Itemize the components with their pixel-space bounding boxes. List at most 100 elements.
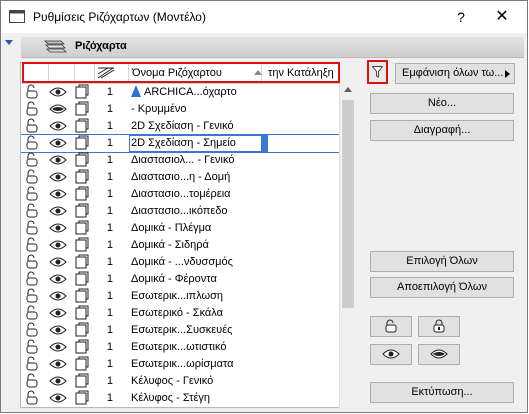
edit-wireframe-icon[interactable] [75,101,91,118]
eye-icon[interactable] [49,322,67,339]
pen-number[interactable]: 1 [93,254,113,271]
layer-name[interactable]: 2D Σχεδίαση - Σημείο [131,135,261,152]
pen-number[interactable]: 1 [93,305,113,322]
list-item[interactable]: 1 Δομικά - Σιδηρά [21,237,339,254]
layer-name[interactable]: Δομικά - ...νδυσσμός [131,254,261,271]
layer-name[interactable]: 2D Σχεδίαση - Γενικό [131,118,261,135]
pen-number[interactable]: 1 [93,339,113,356]
lock-toggle-icon[interactable] [25,118,41,135]
list-item[interactable]: 1 Εσωτερικ...ιπλωση [21,288,339,305]
lock-toggle-icon[interactable] [25,322,41,339]
lock-toggle-icon[interactable] [25,373,41,390]
edit-wireframe-icon[interactable] [75,288,91,305]
edit-wireframe-icon[interactable] [75,186,91,203]
list-item[interactable]: 1 Κέλυφος - Γενικό [21,373,339,390]
unlock-all-button[interactable] [370,316,412,337]
print-button[interactable]: Εκτύπωση... [370,382,514,403]
eye-icon[interactable] [49,356,67,373]
lock-toggle-icon[interactable] [25,135,41,152]
eye-icon[interactable] [49,169,67,186]
layer-name[interactable]: Εσωτερικ...Συσκευές [131,322,261,339]
pen-number[interactable]: 1 [93,203,113,220]
list-item[interactable]: 1 Διαστασιολ... - Γενικό [21,152,339,169]
pen-number[interactable]: 1 [93,390,113,407]
eye-icon[interactable] [49,271,67,288]
eye-icon[interactable] [49,135,67,152]
lock-all-button[interactable] [418,316,460,337]
eye-icon[interactable] [49,237,67,254]
eye-icon[interactable] [49,254,67,271]
hide-all-layers-button[interactable] [418,344,460,365]
pen-number[interactable]: 1 [93,288,113,305]
layer-name[interactable]: Διαστασιολ... - Γενικό [131,152,261,169]
pen-number[interactable]: 1 [93,118,113,135]
layer-name[interactable]: Δομικά - Σιδηρά [131,237,261,254]
list-item[interactable]: 1 - Κρυμμένο [21,101,339,118]
select-all-button[interactable]: Επιλογή Όλων [370,251,514,272]
eye-icon[interactable] [49,84,67,101]
eye-icon[interactable] [49,152,67,169]
pen-number[interactable]: 1 [93,373,113,390]
edit-wireframe-icon[interactable] [75,390,91,407]
pen-number[interactable]: 1 [93,271,113,288]
layer-name[interactable]: Δομικά - Φέροντα [131,271,261,288]
edit-wireframe-icon[interactable] [75,254,91,271]
edit-wireframe-icon[interactable] [75,305,91,322]
layer-name[interactable]: Εσωτερικ...ωτιστικό [131,339,261,356]
pen-number[interactable]: 1 [93,101,113,118]
edit-wireframe-icon[interactable] [75,118,91,135]
layer-name[interactable]: Διαστασιο...ικόπεδο [131,203,261,220]
pen-number[interactable]: 1 [93,237,113,254]
lock-toggle-icon[interactable] [25,305,41,322]
eye-icon[interactable] [49,339,67,356]
pen-number[interactable]: 1 [93,169,113,186]
column-extension[interactable]: την Κατάληξη [254,63,339,83]
edit-wireframe-icon[interactable] [75,322,91,339]
edit-wireframe-icon[interactable] [75,339,91,356]
lock-toggle-icon[interactable] [25,220,41,237]
eye-icon[interactable] [49,373,67,390]
edit-wireframe-icon[interactable] [75,169,91,186]
lock-toggle-icon[interactable] [25,169,41,186]
list-item[interactable]: 1 Εσωτερικ...ωτιστικό [21,339,339,356]
column-lock[interactable] [21,63,49,83]
deselect-all-button[interactable]: Αποεπιλογή Όλων [370,277,514,298]
lock-toggle-icon[interactable] [25,254,41,271]
eye-icon[interactable] [49,390,67,407]
scroll-thumb[interactable] [342,100,354,308]
lock-toggle-icon[interactable] [25,101,41,118]
layer-name[interactable]: Κέλυφος - Γενικό [131,373,261,390]
edit-wireframe-icon[interactable] [75,271,91,288]
layer-list[interactable]: Όνομα Ριζόχαρτου την Κατάληξη 1 ARCHICA..… [20,62,340,408]
layer-name[interactable]: Δομικά - Πλέγμα [131,220,261,237]
pen-number[interactable]: 1 [93,322,113,339]
list-item[interactable]: 1 Δομικά - Πλέγμα [21,220,339,237]
eye-icon[interactable] [49,220,67,237]
column-visibility[interactable] [49,63,75,83]
layer-name[interactable]: - Κρυμμένο [131,101,261,118]
list-item[interactable]: 1 ARCHICA...όχαρτο [21,84,339,101]
column-pen[interactable] [95,63,129,83]
lock-toggle-icon[interactable] [25,152,41,169]
lock-toggle-icon[interactable] [25,84,41,101]
show-all-button[interactable]: Εμφάνιση όλων τω... [395,63,515,84]
layer-name[interactable]: Εσωτερικό - Σκάλα [131,305,261,322]
list-item[interactable]: 1 2D Σχεδίαση - Σημείο [21,134,339,153]
eye-closed-icon[interactable] [49,101,67,118]
edit-wireframe-icon[interactable] [75,237,91,254]
layer-name[interactable]: Κέλυφος - Στέγη [131,390,261,407]
edit-wireframe-icon[interactable] [75,203,91,220]
column-edit[interactable] [75,63,95,83]
lock-toggle-icon[interactable] [25,237,41,254]
lock-toggle-icon[interactable] [25,271,41,288]
delete-button[interactable]: Διαγραφή... [370,120,514,141]
lock-toggle-icon[interactable] [25,356,41,373]
scroll-up-icon[interactable] [344,87,352,92]
list-item[interactable]: 1 Εσωτερικό - Σκάλα [21,305,339,322]
eye-icon[interactable] [49,203,67,220]
pen-number[interactable]: 1 [93,186,113,203]
edit-wireframe-icon[interactable] [75,135,91,152]
list-item[interactable]: 1 Δομικά - Φέροντα [21,271,339,288]
layer-name[interactable]: Εσωτερικ...ωρίσματα [131,356,261,373]
lock-toggle-icon[interactable] [25,288,41,305]
